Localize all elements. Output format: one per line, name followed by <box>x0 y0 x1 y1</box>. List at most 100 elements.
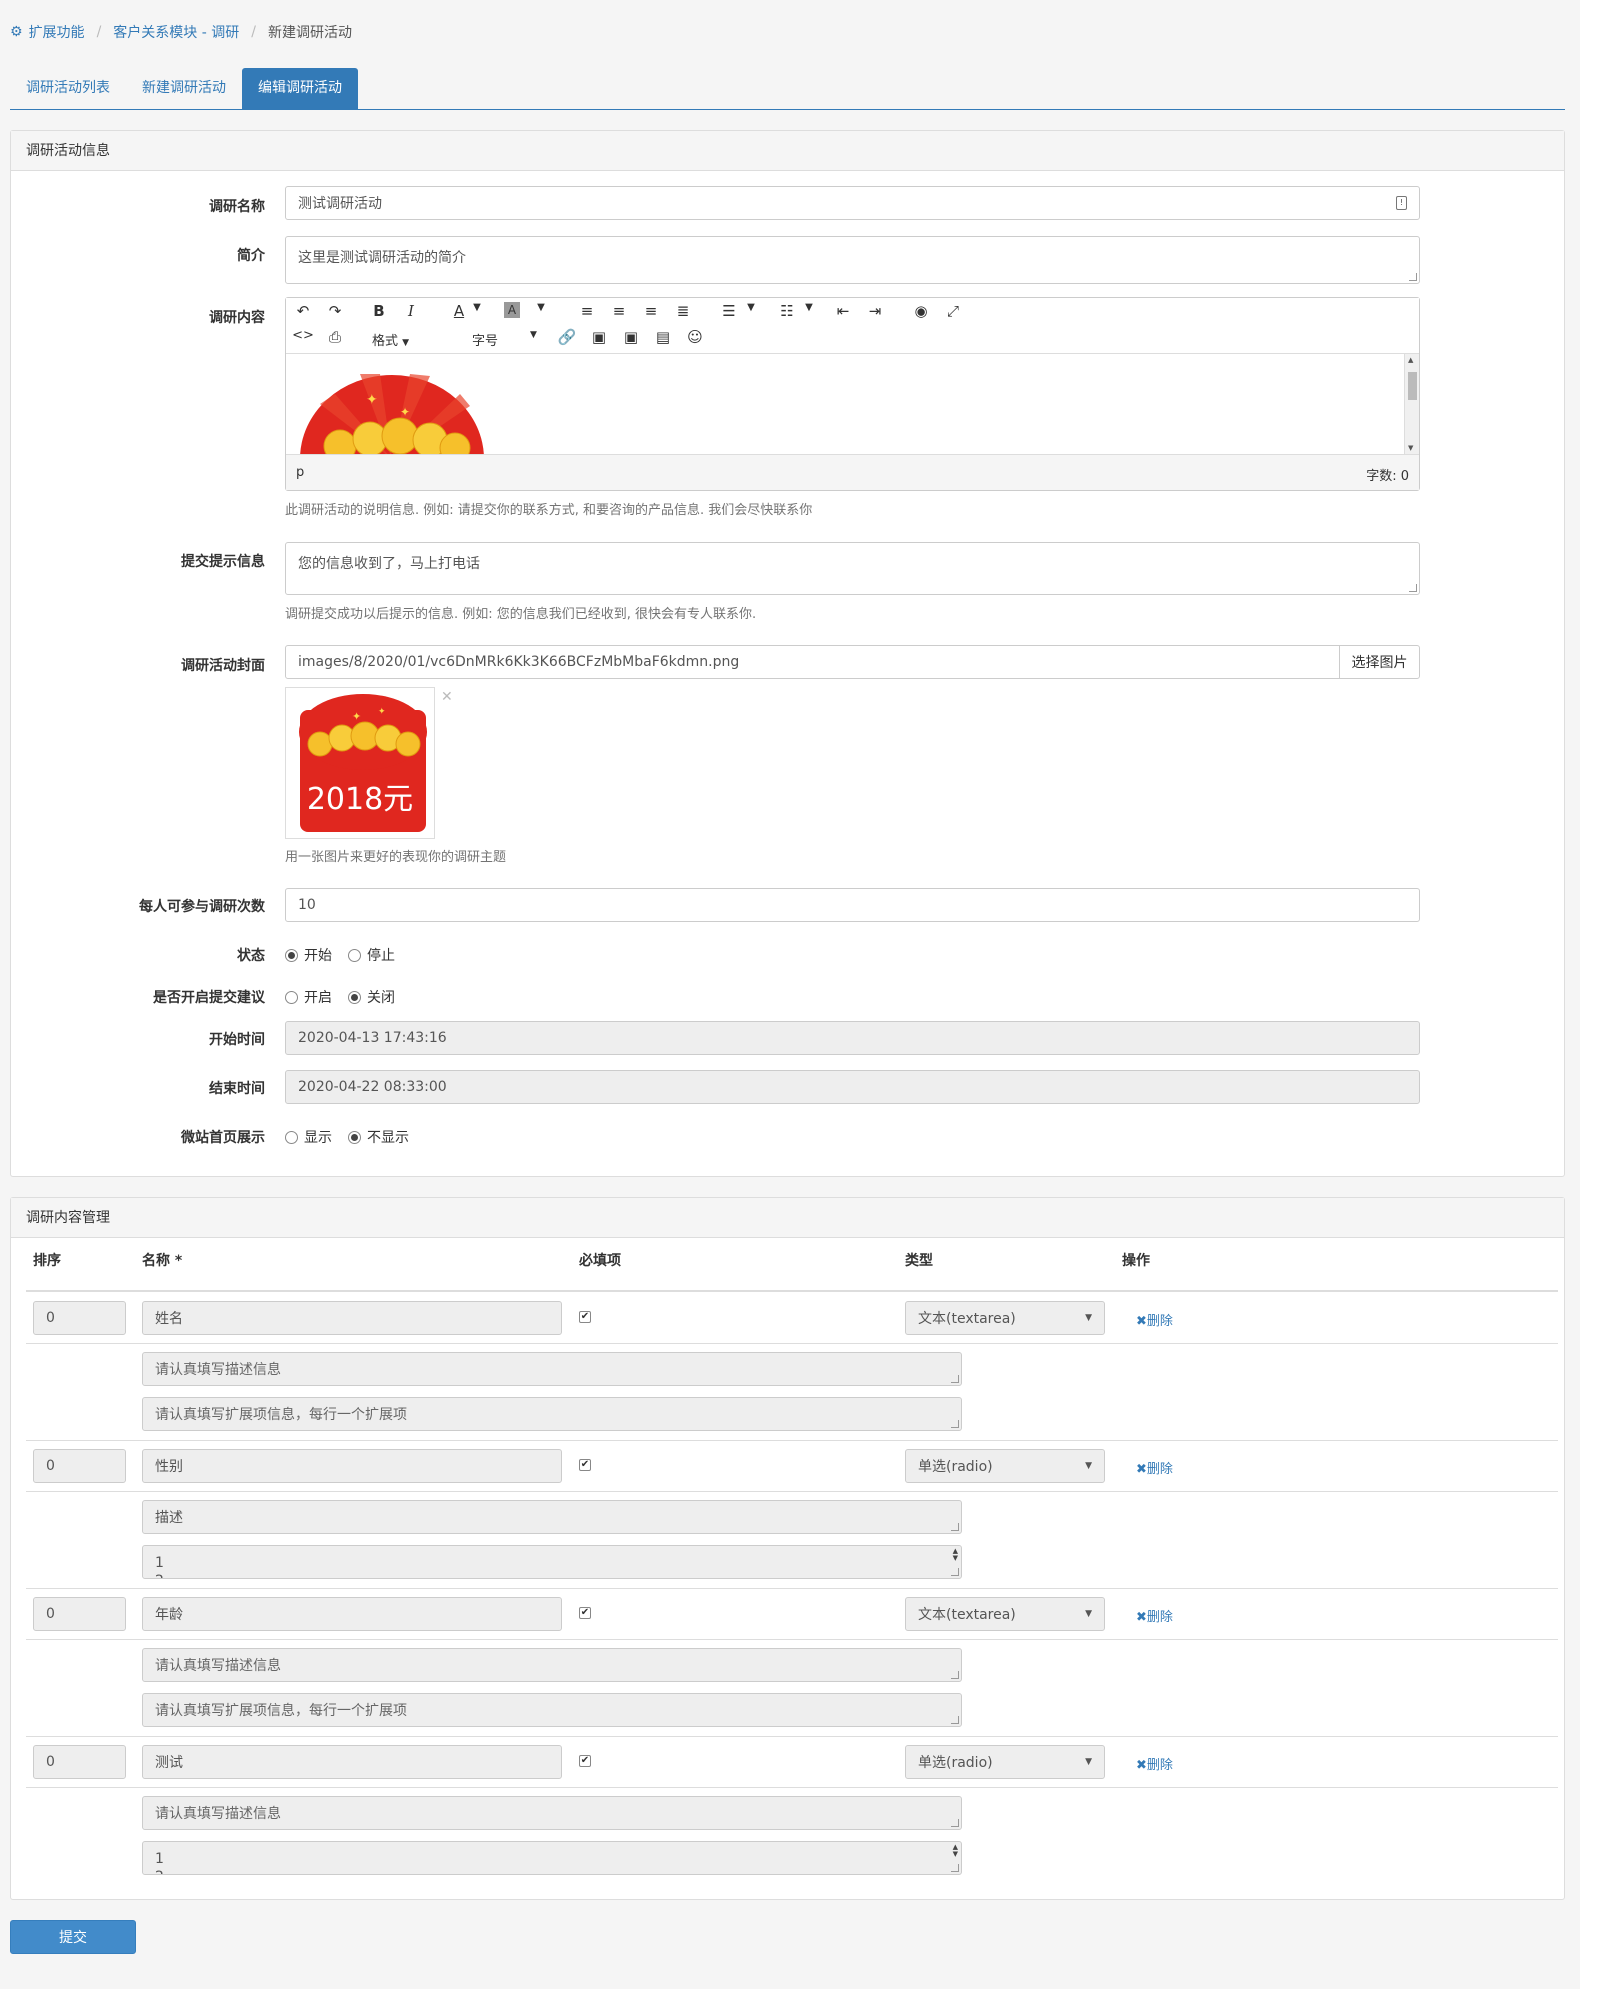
delete-link[interactable]: ✖删除 <box>1136 1754 1173 1773</box>
extension-textarea[interactable]: 12 ▲▼ <box>142 1841 962 1875</box>
radio-dot[interactable] <box>348 1130 361 1144</box>
chevron-down-icon[interactable]: ▼ <box>740 302 762 313</box>
resize-handle[interactable] <box>951 1671 959 1679</box>
undo-icon[interactable]: ↶ <box>292 302 314 320</box>
delete-link[interactable]: ✖删除 <box>1136 1310 1173 1329</box>
bold-icon[interactable]: B <box>368 302 390 320</box>
spinner-arrows-icon[interactable]: ▲ ▼ <box>953 1844 958 1858</box>
intro-textarea[interactable]: 这里是测试调研活动的简介 <box>285 236 1420 284</box>
resize-handle[interactable] <box>1409 584 1417 592</box>
video-icon[interactable]: ▤ <box>652 328 674 346</box>
field-name-input[interactable]: 性别 <box>142 1449 562 1483</box>
chevron-down-icon[interactable]: ▼ <box>530 302 552 313</box>
radio-dot[interactable] <box>285 1130 298 1144</box>
extension-textarea[interactable]: 12 ▲▼ <box>142 1545 962 1579</box>
required-checkbox[interactable]: ✔ <box>579 1311 591 1323</box>
tab-survey-list[interactable]: 调研活动列表 <box>10 68 126 109</box>
order-input[interactable]: 0 <box>33 1597 126 1631</box>
radio-dot[interactable] <box>348 990 361 1004</box>
resize-handle[interactable] <box>1409 273 1417 281</box>
field-name-input[interactable]: 测试 <box>142 1745 562 1779</box>
extension-textarea[interactable]: 请认真填写扩展项信息，每行一个扩展项 <box>142 1397 962 1431</box>
preview-eye-icon[interactable]: ◉ <box>910 302 932 320</box>
times-input[interactable]: 10 <box>285 888 1420 922</box>
order-input[interactable]: 0 <box>33 1301 126 1335</box>
suggest-radio-on[interactable]: 开启 <box>285 987 332 1007</box>
submit-tip-textarea[interactable]: 您的信息收到了，马上打电话 <box>285 542 1420 595</box>
align-justify-icon[interactable]: ≣ <box>672 302 694 320</box>
bullet-list-icon[interactable]: ☰ <box>718 302 740 320</box>
scroll-thumb[interactable] <box>1408 372 1417 400</box>
indent-icon[interactable]: ⇥ <box>864 302 886 320</box>
start-time-input[interactable]: 2020-04-13 17:43:16 <box>285 1021 1420 1055</box>
radio-dot[interactable] <box>348 948 361 962</box>
resize-handle[interactable] <box>951 1864 959 1872</box>
resize-handle[interactable] <box>951 1716 959 1724</box>
suggest-radio-off[interactable]: 关闭 <box>348 987 395 1007</box>
align-left-icon[interactable]: ≡ <box>576 302 598 320</box>
type-select[interactable]: 文本(textarea) ▼ <box>905 1301 1105 1335</box>
radio-dot[interactable] <box>285 990 298 1004</box>
font-size-dropdown[interactable]: 字号 ▼ <box>430 330 540 349</box>
image-upload-icon[interactable]: ▣ <box>620 328 642 346</box>
spinner-arrows-icon[interactable]: ▲ ▼ <box>953 1548 958 1562</box>
description-textarea[interactable]: 请认真填写描述信息 <box>142 1796 962 1830</box>
description-textarea[interactable]: 请认真填写描述信息 <box>142 1648 962 1682</box>
fullscreen-icon[interactable]: ⤢ <box>942 302 964 320</box>
rich-text-editor[interactable]: ↶ ↷ B I A ▼ A ▼ ≡ ≡ ≡ ≣ ☰ ▼ ☷ ▼ ⇤ ⇥ ◉ ⤢ <box>285 297 1420 491</box>
description-textarea[interactable]: 请认真填写描述信息 <box>142 1352 962 1386</box>
tab-new-survey[interactable]: 新建调研活动 <box>126 68 242 109</box>
tab-edit-survey[interactable]: 编辑调研活动 <box>242 68 358 110</box>
field-name-input[interactable]: 姓名 <box>142 1301 562 1335</box>
format-dropdown[interactable]: 格式 ▼ <box>372 330 409 349</box>
required-checkbox[interactable]: ✔ <box>579 1607 591 1619</box>
homepage-radio-hide[interactable]: 不显示 <box>348 1127 409 1147</box>
editor-scrollbar[interactable]: ▲ ▼ <box>1404 354 1419 454</box>
chevron-down-icon[interactable]: ▼ <box>466 302 488 313</box>
image-icon[interactable]: ▣ <box>588 328 610 346</box>
align-right-icon[interactable]: ≡ <box>640 302 662 320</box>
status-radio-stop[interactable]: 停止 <box>348 945 395 965</box>
type-select[interactable]: 单选(radio) ▼ <box>905 1745 1105 1779</box>
italic-icon[interactable]: I <box>400 302 422 320</box>
breadcrumb-link-crm[interactable]: 客户关系模块 - 调研 <box>113 22 239 42</box>
align-center-icon[interactable]: ≡ <box>608 302 630 320</box>
type-select[interactable]: 文本(textarea) ▼ <box>905 1597 1105 1631</box>
order-input[interactable]: 0 <box>33 1745 126 1779</box>
emoji-icon[interactable]: ☺ <box>684 328 706 346</box>
radio-dot[interactable] <box>285 948 298 962</box>
redo-icon[interactable]: ↷ <box>324 302 346 320</box>
required-checkbox[interactable]: ✔ <box>579 1755 591 1767</box>
resize-handle[interactable] <box>951 1420 959 1428</box>
required-checkbox[interactable]: ✔ <box>579 1459 591 1471</box>
cover-path-input[interactable]: images/8/2020/01/vc6DnMRk6Kk3K66BCFzMbMb… <box>285 645 1340 679</box>
highlight-color-icon[interactable]: A <box>504 302 520 318</box>
resize-handle[interactable] <box>951 1523 959 1531</box>
extension-textarea[interactable]: 请认真填写扩展项信息，每行一个扩展项 <box>142 1693 962 1727</box>
resize-handle[interactable] <box>951 1568 959 1576</box>
resize-handle[interactable] <box>951 1375 959 1383</box>
print-icon[interactable]: ⎙ <box>324 328 346 346</box>
type-select[interactable]: 单选(radio) ▼ <box>905 1449 1105 1483</box>
homepage-radio-show[interactable]: 显示 <box>285 1127 332 1147</box>
end-time-input[interactable]: 2020-04-22 08:33:00 <box>285 1070 1420 1104</box>
status-radio-start[interactable]: 开始 <box>285 945 332 965</box>
delete-link[interactable]: ✖删除 <box>1136 1458 1173 1477</box>
description-textarea[interactable]: 描述 <box>142 1500 962 1534</box>
page-scrollbar[interactable] <box>1580 0 1597 1989</box>
remove-image-icon[interactable]: ✕ <box>441 689 453 705</box>
breadcrumb-link-extensions[interactable]: 扩展功能 <box>29 22 85 42</box>
submit-button[interactable]: 提交 <box>10 1920 136 1954</box>
source-code-icon[interactable]: <> <box>292 328 314 343</box>
outdent-icon[interactable]: ⇤ <box>832 302 854 320</box>
chevron-down-icon[interactable]: ▼ <box>798 302 820 313</box>
delete-link[interactable]: ✖删除 <box>1136 1606 1173 1625</box>
survey-name-input[interactable]: 测试调研活动 ! <box>285 186 1420 220</box>
editor-content[interactable]: ✦ ✦ ▲ ▼ <box>286 354 1419 454</box>
field-name-input[interactable]: 年龄 <box>142 1597 562 1631</box>
choose-image-button[interactable]: 选择图片 <box>1339 645 1420 679</box>
link-icon[interactable]: 🔗 <box>556 328 578 346</box>
order-input[interactable]: 0 <box>33 1449 126 1483</box>
numbered-list-icon[interactable]: ☷ <box>776 302 798 320</box>
resize-handle[interactable] <box>951 1819 959 1827</box>
